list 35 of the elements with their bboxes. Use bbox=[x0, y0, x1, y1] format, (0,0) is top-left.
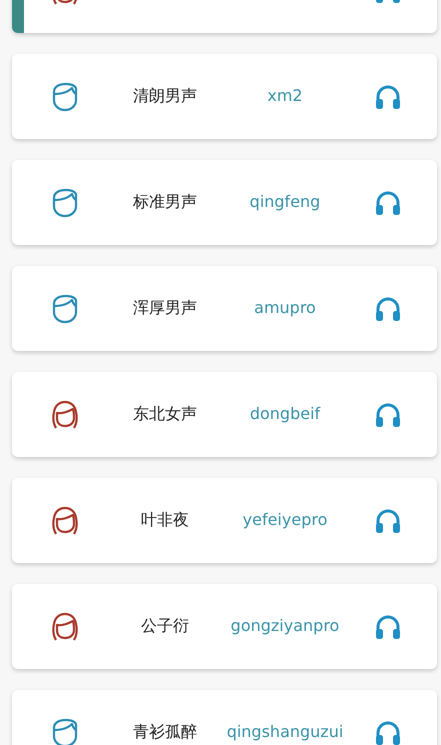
voice-name: 公子衍 bbox=[140, 617, 190, 636]
voice-card[interactable]: 叶非夜 yefeiyepro bbox=[12, 478, 437, 563]
headphones-icon[interactable] bbox=[374, 296, 400, 320]
voice-name: 清朗男声 bbox=[132, 87, 198, 106]
boy-face-icon bbox=[50, 718, 80, 745]
voice-code: xm2 bbox=[266, 87, 304, 106]
voice-code: gongziyanpro bbox=[230, 617, 340, 636]
voice-card[interactable]: 清朗男声 xm2 bbox=[12, 54, 437, 139]
voice-name: 标准男声 bbox=[132, 193, 198, 212]
headphones-icon[interactable] bbox=[374, 190, 400, 214]
boy-face-icon bbox=[50, 294, 80, 324]
headphones-icon[interactable] bbox=[374, 402, 400, 426]
headphones-icon[interactable] bbox=[374, 508, 400, 532]
voice-code: amupro bbox=[253, 299, 317, 318]
voice-card[interactable]: 浑厚男声 amupro bbox=[12, 266, 437, 351]
voice-code: yefeiyepro bbox=[242, 511, 328, 530]
voice-name: 青衫孤醉 bbox=[132, 723, 198, 742]
voice-code: dongbeif bbox=[248, 405, 322, 424]
voice-name: 叶非夜 bbox=[140, 511, 190, 530]
voice-card[interactable]: 公子衍 gongziyanpro bbox=[12, 584, 437, 669]
voice-card[interactable]: 青衫孤醉 qingshanguzui bbox=[12, 690, 437, 745]
headphones-icon[interactable] bbox=[374, 720, 400, 744]
girl-face-icon bbox=[50, 612, 80, 642]
voice-name: 浑厚男声 bbox=[132, 299, 198, 318]
girl-face-icon bbox=[50, 506, 80, 536]
boy-face-icon bbox=[50, 82, 80, 112]
voice-code: qingshanguzui bbox=[226, 723, 344, 742]
voice-code: qingfeng bbox=[248, 193, 322, 212]
voice-name: 东北女声 bbox=[132, 405, 198, 424]
girl-face-icon bbox=[50, 400, 80, 430]
boy-face-icon bbox=[50, 188, 80, 218]
voice-card[interactable]: 标准男声 qingfeng bbox=[12, 160, 437, 245]
headphones-icon[interactable] bbox=[374, 84, 400, 108]
voice-card[interactable]: 东北女声 dongbeif bbox=[12, 372, 437, 457]
headphones-icon[interactable] bbox=[374, 614, 400, 638]
